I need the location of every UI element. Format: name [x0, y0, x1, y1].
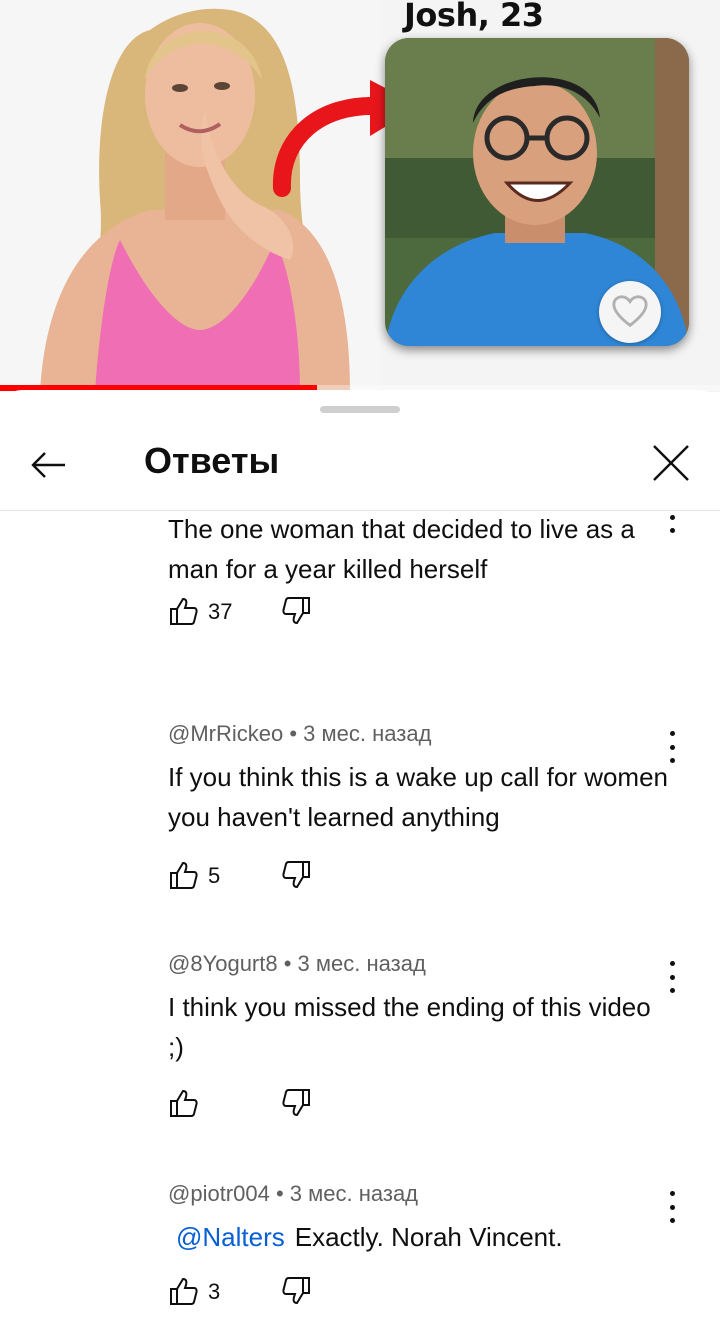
like-button[interactable] — [168, 1087, 200, 1119]
dislike-button[interactable] — [280, 859, 312, 891]
replies-list[interactable]: The one woman that decided to live as a … — [0, 511, 720, 1337]
reply-meta: @8Yogurt8 • 3 мес. назад — [168, 951, 426, 976]
reply-time: 3 мес. назад — [303, 721, 432, 746]
thumbs-down-icon — [282, 1089, 310, 1117]
like-count: 5 — [208, 863, 221, 888]
reply-text: @Nalters Exactly. Norah Vincent. — [168, 1217, 668, 1257]
arrow-left-icon — [31, 452, 65, 478]
reply-text: I think you missed the ending of this vi… — [168, 992, 651, 1062]
like-count: 3 — [208, 1279, 221, 1304]
thumbs-up-icon — [170, 861, 198, 889]
dislike-button[interactable] — [280, 1087, 312, 1119]
back-button[interactable] — [26, 442, 72, 488]
video-player[interactable]: Josh, 23 — [0, 0, 720, 392]
close-icon — [653, 445, 689, 481]
reply-text-body: Exactly. Norah Vincent. — [294, 1222, 563, 1252]
heart-button[interactable] — [599, 281, 661, 343]
reply-meta: @piotr004 • 3 мес. назад — [168, 1181, 419, 1206]
drag-handle[interactable] — [320, 406, 400, 413]
mention-link[interactable]: @Nalters — [176, 1222, 285, 1252]
like-button[interactable] — [168, 859, 200, 891]
reply-author[interactable]: @8Yogurt8 — [168, 951, 278, 976]
reply-meta: @MrRickeo • 3 мес. назад — [168, 721, 432, 746]
reply-author[interactable]: @MrRickeo — [168, 721, 283, 746]
thumbnail-overlay-text: Josh, 23 — [404, 0, 544, 34]
thumbs-down-icon — [282, 861, 310, 889]
reply-text: The one woman that decided to live as a … — [168, 514, 635, 584]
thumbs-up-icon — [170, 597, 198, 625]
reply-author[interactable]: @piotr004 — [168, 1181, 270, 1206]
like-count: 37 — [208, 599, 233, 624]
reply-actions: 37 — [168, 595, 468, 631]
replies-panel: Ответы The one woman that decided to liv… — [0, 390, 720, 1337]
like-button[interactable] — [168, 1275, 200, 1307]
dislike-button[interactable] — [280, 1275, 312, 1307]
heart-icon — [612, 295, 648, 328]
panel-header: Ответы — [0, 420, 720, 511]
thumbs-up-icon — [170, 1089, 198, 1117]
reply-actions — [168, 1087, 468, 1123]
thumbs-down-icon — [282, 1277, 310, 1305]
thumbs-up-icon — [170, 1277, 198, 1305]
thumbs-down-icon — [282, 597, 310, 625]
reply-text: If you think this is a wake up call for … — [168, 762, 669, 832]
reply-actions: 5 — [168, 859, 468, 895]
dislike-button[interactable] — [280, 595, 312, 627]
close-button[interactable] — [648, 440, 694, 486]
reply-actions: 3 — [168, 1275, 468, 1311]
reply-time: 3 мес. назад — [297, 951, 426, 976]
panel-title: Ответы — [144, 440, 280, 481]
like-button[interactable] — [168, 595, 200, 627]
reply-time: 3 мес. назад — [289, 1181, 419, 1206]
